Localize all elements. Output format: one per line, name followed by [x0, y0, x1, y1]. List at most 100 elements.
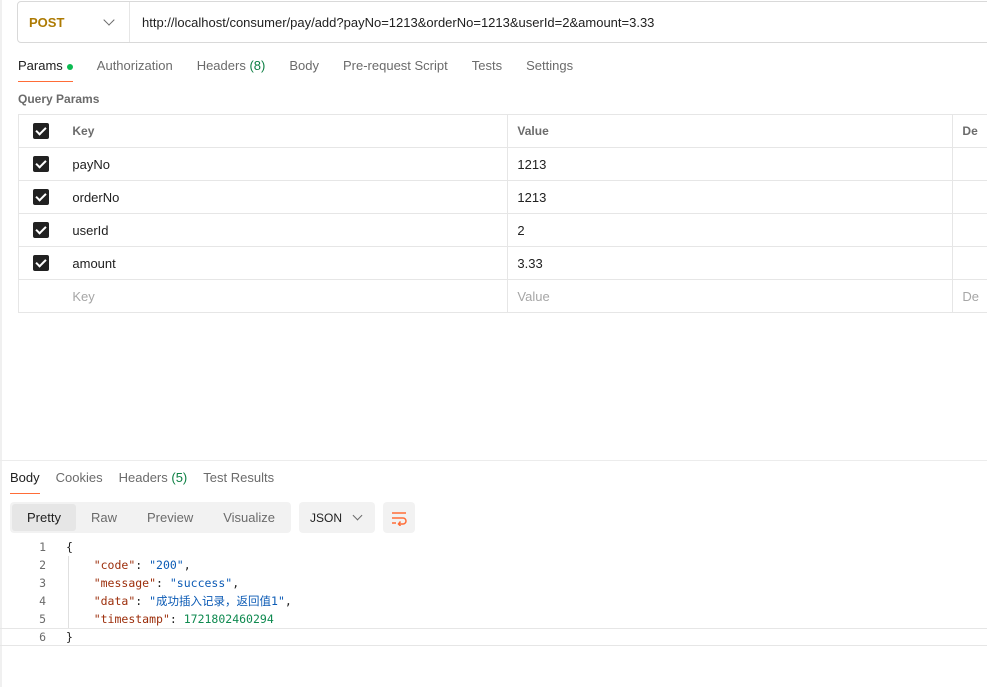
code-text: } — [66, 630, 73, 644]
row-checkbox[interactable] — [33, 255, 50, 271]
response-divider[interactable] — [0, 460, 987, 461]
param-description[interactable] — [953, 214, 987, 246]
tab-tests[interactable]: Tests — [472, 58, 502, 82]
line-number: 2 — [39, 558, 46, 572]
select-all-cell — [19, 115, 63, 147]
param-value[interactable]: 2 — [508, 214, 954, 246]
param-key[interactable]: payNo — [63, 148, 509, 180]
wrap-lines-button[interactable] — [383, 502, 415, 533]
tab-authorization[interactable]: Authorization — [97, 58, 173, 82]
line-number: 3 — [39, 576, 46, 590]
response-tab-body[interactable]: Body — [10, 470, 40, 494]
headers-count: (8) — [249, 58, 266, 73]
line-number: 6 — [39, 630, 46, 644]
tab-params-label: Params — [18, 58, 63, 73]
row-check-cell — [19, 247, 63, 279]
row-check-cell — [19, 280, 63, 312]
new-description-input[interactable]: De — [953, 280, 987, 312]
response-body-editor[interactable]: 1 { 2 "code": "200", 3 "message": "succe… — [0, 538, 987, 646]
request-tabs: Params Authorization Headers (8) Body Pr… — [18, 58, 597, 82]
column-header-value: Value — [508, 115, 954, 147]
response-tab-headers[interactable]: Headers (5) — [119, 470, 188, 494]
chevron-down-icon — [352, 510, 363, 521]
table-row: orderNo 1213 — [19, 181, 987, 214]
table-row-new: Key Value De — [19, 280, 987, 313]
param-value[interactable]: 1213 — [508, 181, 954, 213]
table-row: userId 2 — [19, 214, 987, 247]
json-string: "成功插入记录，返回值1" — [149, 594, 285, 608]
format-select[interactable]: JSON — [299, 502, 375, 533]
request-url-bar: POST http://localhost/consumer/pay/add?p… — [17, 1, 987, 43]
param-value[interactable]: 3.33 — [508, 247, 954, 279]
response-headers-count: (5) — [171, 470, 188, 485]
table-row: payNo 1213 — [19, 148, 987, 181]
param-description[interactable] — [953, 181, 987, 213]
table-row: amount 3.33 — [19, 247, 987, 280]
tab-settings[interactable]: Settings — [526, 58, 573, 82]
view-visualize-button[interactable]: Visualize — [208, 504, 290, 531]
param-value[interactable]: 1213 — [508, 148, 954, 180]
code-text: "data": "成功插入记录，返回值1", — [93, 594, 292, 608]
code-line: 5 "timestamp": 1721802460294 — [0, 610, 987, 628]
json-key: "data" — [93, 594, 136, 608]
json-key: "message" — [93, 576, 157, 590]
view-mode-group: Pretty Raw Preview Visualize — [10, 502, 291, 533]
tab-prerequest-script[interactable]: Pre-request Script — [343, 58, 448, 82]
json-key: "code" — [93, 558, 136, 572]
code-text: "timestamp": 1721802460294 — [93, 612, 274, 626]
line-number: 1 — [39, 540, 46, 554]
column-header-description: De — [962, 124, 978, 138]
param-key[interactable]: orderNo — [63, 181, 509, 213]
code-text: "message": "success", — [93, 576, 240, 590]
view-pretty-button[interactable]: Pretty — [12, 504, 76, 531]
line-number: 4 — [39, 594, 46, 608]
tab-headers-label: Headers — [196, 58, 246, 73]
response-tab-headers-label: Headers — [118, 470, 168, 485]
code-line: 2 "code": "200", — [0, 556, 987, 574]
param-key[interactable]: amount — [63, 247, 509, 279]
json-string: "200" — [149, 558, 184, 572]
param-description[interactable] — [953, 148, 987, 180]
row-checkbox[interactable] — [33, 156, 50, 172]
row-checkbox[interactable] — [33, 222, 50, 238]
param-key[interactable]: userId — [63, 214, 509, 246]
param-description[interactable] — [953, 247, 987, 279]
tab-body[interactable]: Body — [289, 58, 319, 82]
line-number: 5 — [39, 612, 46, 626]
select-all-checkbox[interactable] — [33, 123, 50, 139]
response-tab-cookies[interactable]: Cookies — [56, 470, 103, 494]
table-header-row: Key Value De — [19, 115, 987, 148]
code-line: 1 { — [0, 538, 987, 556]
close-brace: } — [66, 630, 73, 644]
row-check-cell — [19, 148, 63, 180]
json-string: "success" — [169, 576, 233, 590]
code-line: 4 "data": "成功插入记录，返回值1", — [0, 592, 987, 610]
code-text: "code": "200", — [93, 558, 191, 572]
method-label: POST — [29, 14, 65, 30]
method-select[interactable]: POST — [18, 2, 130, 42]
open-brace: { — [66, 540, 73, 554]
new-key-input[interactable]: Key — [63, 280, 509, 312]
response-tabs: Body Cookies Headers (5) Test Results — [10, 470, 290, 494]
params-indicator-dot — [66, 63, 73, 70]
tab-headers[interactable]: Headers (8) — [197, 58, 266, 82]
column-header-key: Key — [63, 115, 509, 147]
code-line: 3 "message": "success", — [0, 574, 987, 592]
format-label: JSON — [310, 510, 343, 525]
wrap-lines-icon — [392, 511, 407, 526]
view-preview-button[interactable]: Preview — [132, 504, 208, 531]
url-input[interactable]: http://localhost/consumer/pay/add?payNo=… — [130, 15, 654, 30]
code-text: { — [66, 540, 73, 554]
json-key: "timestamp" — [93, 612, 170, 626]
row-checkbox[interactable] — [33, 189, 50, 205]
code-line-current: 6 } — [0, 628, 987, 646]
row-check-cell — [19, 214, 63, 246]
response-tab-test-results[interactable]: Test Results — [203, 470, 274, 494]
tab-params[interactable]: Params — [18, 58, 73, 82]
json-number: 1721802460294 — [183, 612, 274, 626]
query-params-table: Key Value De payNo 1213 orderNo 1213 use… — [18, 114, 987, 313]
query-params-title: Query Params — [18, 92, 100, 106]
row-check-cell — [19, 181, 63, 213]
new-value-input[interactable]: Value — [508, 280, 954, 312]
view-raw-button[interactable]: Raw — [76, 504, 132, 531]
